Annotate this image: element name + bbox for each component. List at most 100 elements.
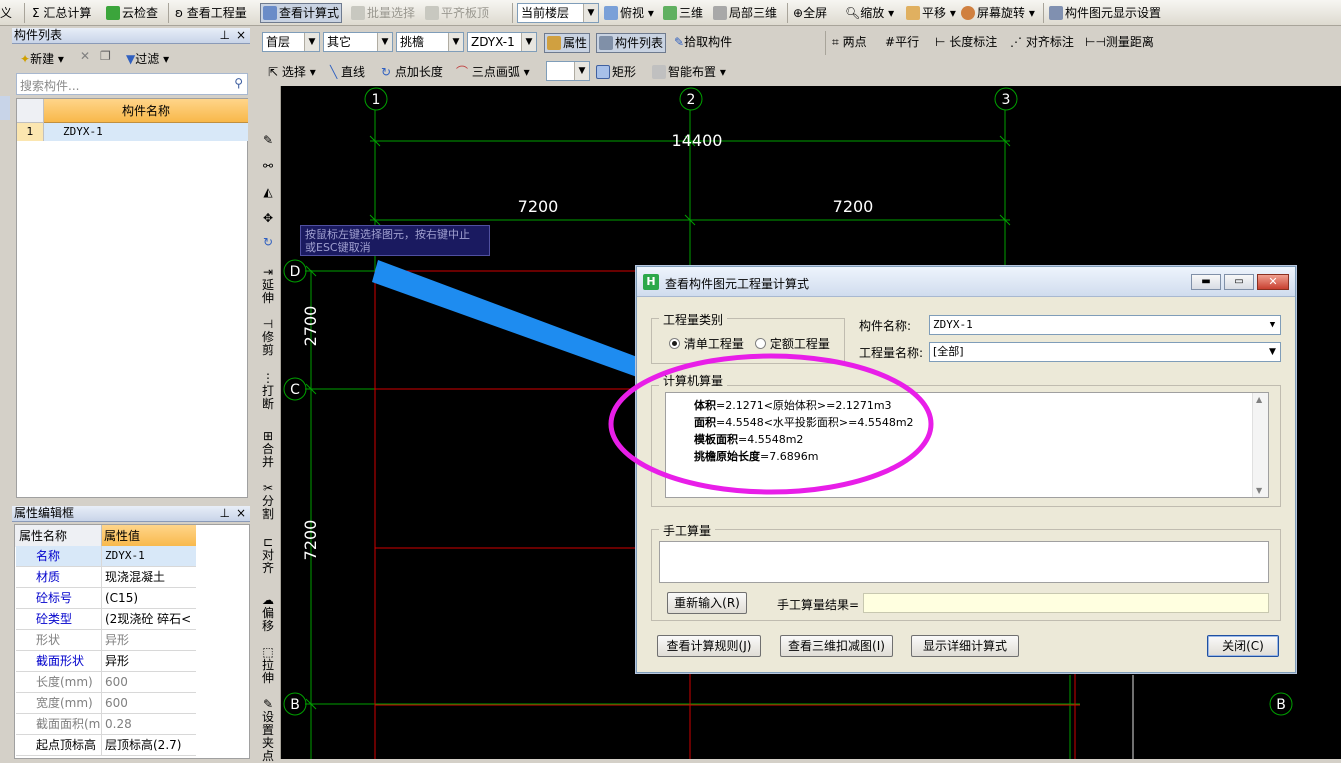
pan-button[interactable]: 平移 ▾ [906,4,956,22]
measure-button[interactable]: ⊢⊣测量距离 [1085,33,1154,51]
scroll-down-icon[interactable]: ▼ [1256,486,1262,495]
line-button[interactable]: ╲ 直线 [330,63,365,81]
col-header-name[interactable]: 构件名称 [44,99,248,123]
view-3d-deduct-button[interactable]: 查看三维扣减图(I) [780,635,893,657]
comp-list-toolbar: ✦新建 ▾ ✕ ❐ ▼过滤 ▾ [12,46,250,70]
trim-button[interactable]: ⊣ 修剪 [256,318,280,357]
view-quantity-button[interactable]: ʚ 查看工程量 [175,4,247,22]
prop-row[interactable]: 长度(mm) 600 [16,672,196,693]
define-button[interactable]: 义 [0,4,12,22]
extend-button[interactable]: ⇥ 延伸 [256,266,280,305]
prop-row[interactable]: 名称 ZDYX-1 [16,546,196,567]
close-icon[interactable]: ✕ [1257,274,1289,290]
two-point-button[interactable]: ⌗ 两点 [832,33,867,51]
maximize-icon[interactable]: ▭ [1224,274,1254,290]
point-length-button[interactable]: ↻ 点加长度 [381,63,443,81]
align-button[interactable]: ⊏ 对齐 [256,536,280,575]
radio-list[interactable]: 清单工程量 [669,335,744,352]
set-point-button[interactable]: ✎ 设置夹点 [256,698,280,763]
prop-row[interactable]: 宽度(mm) 600 [16,693,196,714]
copy-icon[interactable]: ❐ [100,49,111,63]
selected-eave-member[interactable] [372,260,640,378]
prop-row[interactable]: 砼类型 (2现浇砼 碎石< [16,609,196,630]
props-toggle[interactable]: 属性 [544,33,591,53]
chevron-down-icon: ▼ [304,33,319,51]
fullscreen-button[interactable]: ⊕全屏 [793,4,827,22]
local-cube-icon [713,6,727,20]
type-select[interactable]: 挑檐 ▼ [396,32,464,52]
delete-icon[interactable]: ✕ [80,49,90,63]
qty-name-select[interactable]: [全部] ▼ [929,342,1281,362]
split-button[interactable]: ✂ 分割 [256,482,280,521]
offset-button[interactable]: ☁ 偏移 [256,594,280,633]
view-formula-button[interactable]: 查看计算式 [260,3,343,23]
display-settings-button[interactable]: 构件图元显示设置 [1049,4,1161,22]
parallel-button[interactable]: #平行 [885,33,919,51]
floor-combo[interactable]: 当前楼层 ▼ [517,3,599,23]
scroll-up-icon[interactable]: ▲ [1256,395,1262,404]
list-icon [599,36,613,50]
stretch-button[interactable]: ⬚ 拉伸 [256,646,280,685]
arc-mode-select[interactable]: ▼ [546,61,590,81]
break-button[interactable]: ⋮ 打断 [256,372,280,411]
close-button[interactable]: 关闭(C) [1207,635,1279,657]
manual-input[interactable] [659,541,1269,583]
table-row[interactable]: 1 ZDYX-1 [17,123,248,141]
brush-icon[interactable]: ✎ [256,134,280,147]
minimize-icon[interactable]: ▬ [1191,274,1221,290]
component-select[interactable]: ZDYX-1 ▼ [467,32,537,52]
radio-quota[interactable]: 定额工程量 [755,335,830,352]
manual-result-field [863,593,1269,613]
move-icon[interactable]: ✥ [256,212,280,225]
prop-row[interactable]: 起点顶标高 层顶标高(2.7) [16,735,196,756]
new-button[interactable]: ✦新建 ▾ [20,50,64,67]
prop-row[interactable]: 形状 异形 [16,630,196,651]
formula-textarea[interactable]: 体积=2.1271<原始体积>=2.1271m3 面积=4.5548<水平投影面… [665,392,1269,498]
summary-button[interactable]: Σ 汇总计算 [32,4,91,22]
comp-list-toggle[interactable]: 构件列表 [596,33,667,53]
close-icon[interactable]: × [236,28,246,43]
close-icon[interactable]: × [236,506,246,521]
prop-row[interactable]: 截面面积(m 0.28 [16,714,196,735]
flush-top-button[interactable]: 平齐板顶 [425,4,489,22]
reinput-button[interactable]: 重新输入(R) [667,592,747,614]
3d-button[interactable]: 三维 [663,4,703,22]
filter-icon: ▼ [126,52,136,66]
left-strip-tab[interactable] [0,96,10,120]
show-detail-button[interactable]: 显示详细计算式 [911,635,1019,657]
qty-type-label: 工程量类别 [659,311,728,328]
comp-name-select[interactable]: ZDYX-1 ▼ [929,315,1281,335]
prop-row[interactable]: 材质 现浇混凝土 [16,567,196,588]
batch-select-button[interactable]: 批量选择 [351,4,415,22]
pick-button[interactable]: ✎拾取构件 [674,33,732,51]
cloud-check-button[interactable]: 云检查 [106,4,158,22]
rect-button[interactable]: 矩形 [596,63,636,81]
scrollbar[interactable]: ▲ ▼ [1252,393,1268,497]
copy-move-icon[interactable]: ⚯ [256,160,280,173]
zoom-button[interactable]: 🔍︎缩放 ▾ [845,4,894,22]
align-mark-button[interactable]: ⋰ 对齐标注 [1010,33,1074,51]
category-select[interactable]: 其它 ▼ [323,32,393,52]
pick-icon: ✎ [674,35,685,49]
length-mark-button[interactable]: ⊢ 长度标注 [935,33,997,51]
smart-layout-button[interactable]: 智能布置 ▾ [652,63,726,81]
prop-row[interactable]: 砼标号 (C15) [16,588,196,609]
pin-icon[interactable]: ⊥ [220,506,230,521]
pin-icon[interactable]: ⊥ [220,28,230,43]
rotate-icon[interactable]: ↻ [256,236,280,249]
mirror-icon[interactable]: ◭ [256,186,280,199]
prop-row[interactable]: 截面形状 异形 [16,651,196,672]
filter-button[interactable]: ▼过滤 ▾ [126,50,169,67]
dim-v1-label: 2700 [301,306,320,347]
select-button[interactable]: ⇱ 选择 ▾ [268,63,316,81]
search-input[interactable]: 搜索构件... ⚲ [16,73,248,95]
comp-list-header: 构件列表 ⊥ × [12,28,250,44]
merge-button[interactable]: ⊞ 合并 [256,430,280,469]
local-3d-button[interactable]: 局部三维 [713,4,777,22]
rotate-button[interactable]: 屏幕旋转 ▾ [961,4,1035,22]
search-icon[interactable]: ⚲ [234,76,243,90]
arc-button[interactable]: ⌒ 三点画弧 ▾ [456,63,530,81]
top-view-button[interactable]: 俯视 ▾ [604,4,654,22]
view-rules-button[interactable]: 查看计算规则(J) [657,635,761,657]
floor-select[interactable]: 首层 ▼ [262,32,320,52]
